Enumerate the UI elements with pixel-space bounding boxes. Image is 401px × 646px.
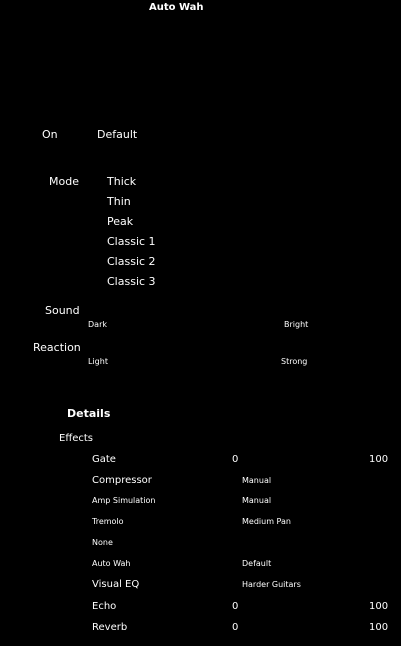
reaction-label: Reaction [33,341,81,354]
mode-option-classic-2[interactable]: Classic 2 [107,256,156,267]
effect-echo-value: 0 [232,601,239,612]
sound-min-label: Dark [88,320,107,329]
effect-amp-simulation-value[interactable]: Manual [242,497,271,505]
reaction-max-label: Strong [281,357,308,366]
sound-max-label: Bright [284,320,309,329]
effect-reverb-max: 100 [369,622,389,633]
on-toggle[interactable]: On [42,129,58,140]
effects-label: Effects [59,433,93,444]
preset-selector[interactable]: Default [97,129,137,140]
effect-gate-max: 100 [369,454,389,465]
effect-tremolo[interactable]: Tremolo [92,518,124,526]
details-heading[interactable]: Details [67,408,110,419]
effect-echo-max: 100 [369,601,389,612]
reaction-min-label: Light [88,357,108,366]
effect-reverb-value: 0 [232,622,239,633]
effect-none[interactable]: None [92,539,113,547]
effect-gate[interactable]: Gate [92,455,116,465]
sound-label: Sound [45,304,80,317]
effect-compressor-value[interactable]: Manual [242,477,271,485]
mode-option-thin[interactable]: Thin [107,196,131,207]
mode-option-classic-3[interactable]: Classic 3 [107,276,156,287]
effect-visual-eq[interactable]: Visual EQ [92,580,139,590]
effect-amp-simulation[interactable]: Amp Simulation [92,497,156,505]
effect-gate-value: 0 [232,454,239,465]
mode-option-thick[interactable]: Thick [107,176,136,187]
effect-visual-eq-value[interactable]: Harder Guitars [242,581,301,589]
mode-option-classic-1[interactable]: Classic 1 [107,236,156,247]
effect-reverb[interactable]: Reverb [92,623,127,633]
window-title: Auto Wah [149,2,204,13]
effect-echo[interactable]: Echo [92,602,116,612]
effect-auto-wah-value[interactable]: Default [242,560,271,568]
effect-auto-wah[interactable]: Auto Wah [92,560,131,568]
effect-compressor[interactable]: Compressor [92,476,152,486]
mode-label: Mode [49,175,79,188]
mode-option-peak[interactable]: Peak [107,216,133,227]
effect-tremolo-value[interactable]: Medium Pan [242,518,291,526]
